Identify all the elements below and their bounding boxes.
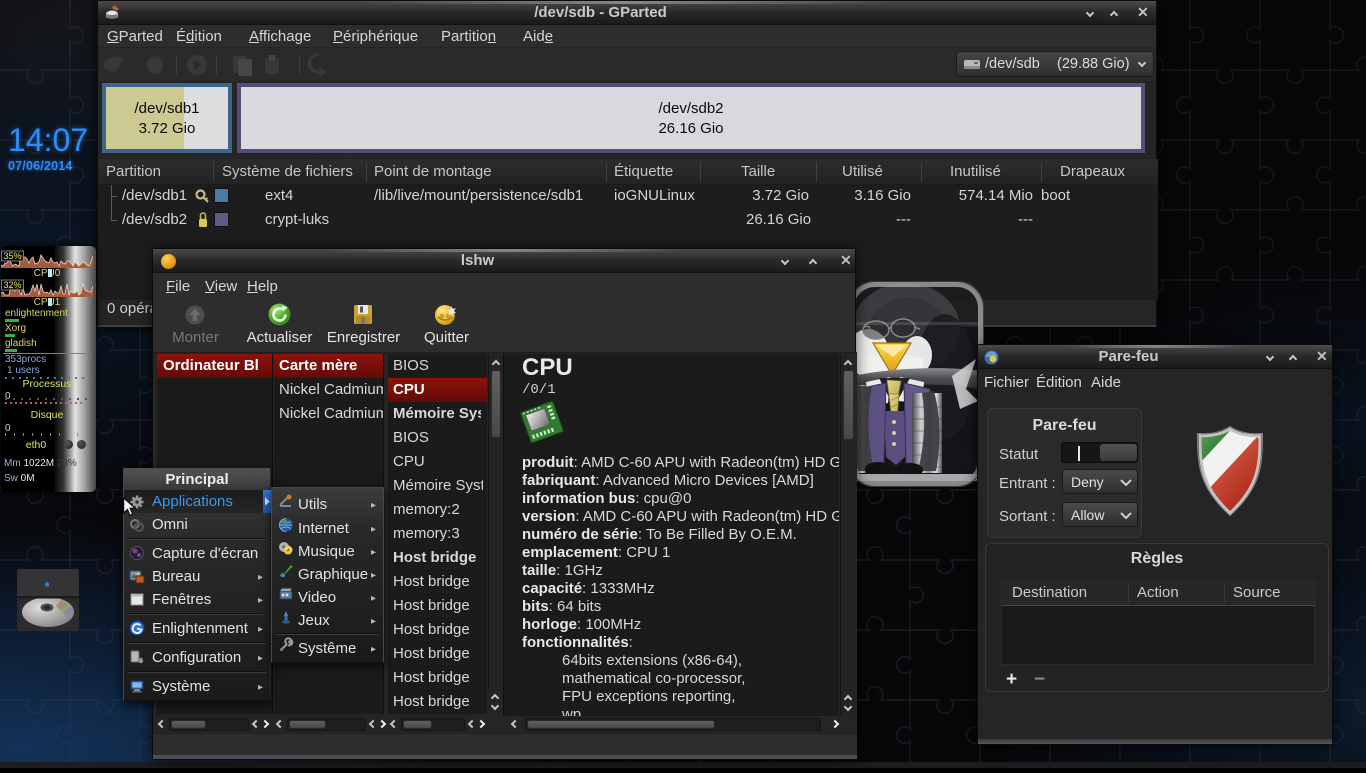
svg-text:32%: 32%: [4, 280, 22, 290]
svg-text:35%: 35%: [4, 251, 22, 261]
